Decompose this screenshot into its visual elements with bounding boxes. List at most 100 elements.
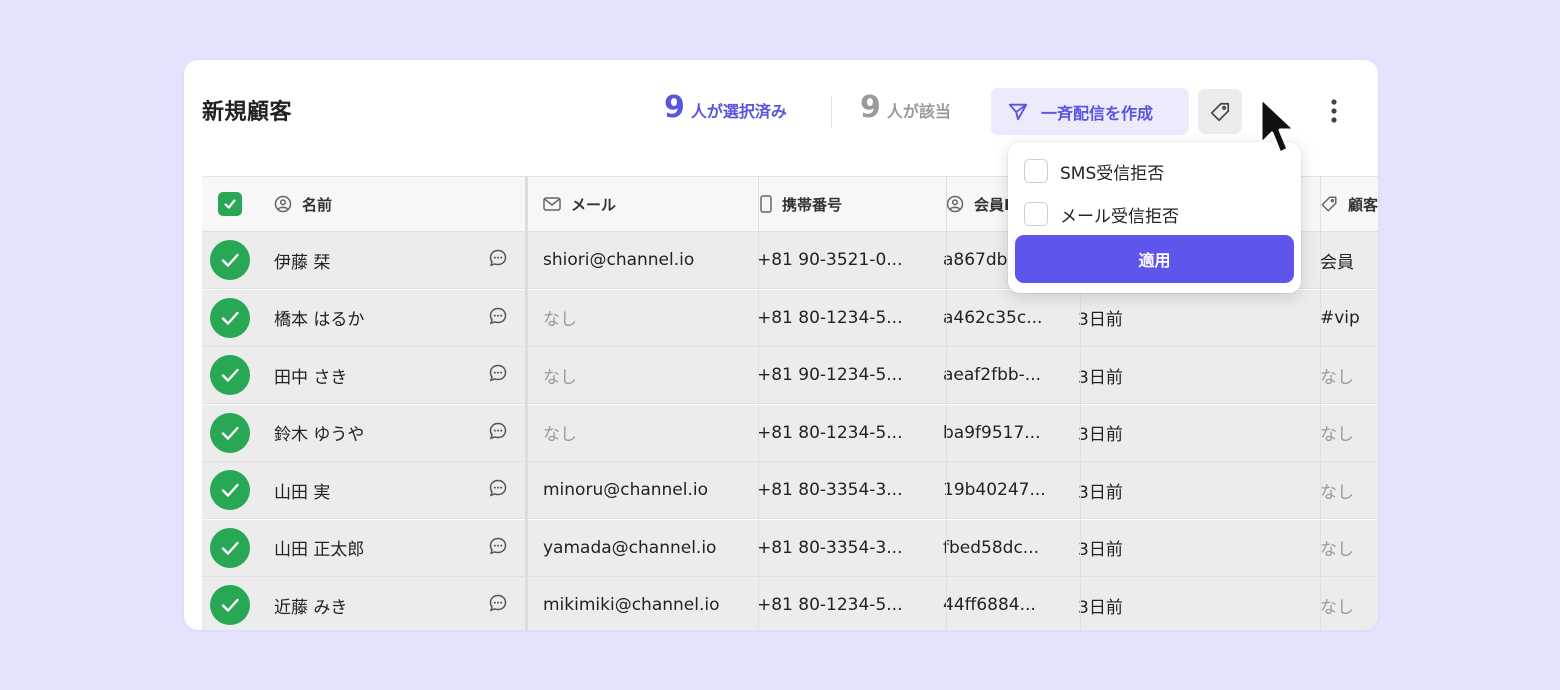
customer-phone: +81 80-3354-3... [757,537,903,558]
customer-tag: なし [1320,597,1354,618]
check-icon [221,253,239,267]
customer-last-seen: 3日前 [1078,367,1123,388]
column-divider [525,176,528,630]
customer-name[interactable]: 鈴木 ゆうや [274,405,364,461]
customer-last-seen: 3日前 [1078,597,1123,618]
check-icon [221,426,239,440]
column-divider [1320,176,1321,630]
column-header-email[interactable]: メール [543,177,616,231]
table-row[interactable]: 鈴木 ゆうや なし +81 80-1234-5... ba9f9517... 3日前 なし [202,404,1378,462]
row-checkbox[interactable] [210,232,250,288]
selected-count-stat: 9 人が選択済み [664,90,787,125]
column-header-customer-tag[interactable]: 顧客 [1320,177,1378,231]
customer-phone: +81 80-1234-5... [757,307,903,328]
customer-name[interactable]: 田中 さき [274,347,347,403]
customer-email: なし [543,310,577,330]
customer-last-seen: 3日前 [1078,310,1123,330]
email-optout-checkbox[interactable] [1024,202,1048,226]
create-broadcast-button[interactable]: 一斉配信を作成 [991,88,1189,135]
column-header-phone[interactable]: 携帯番号 [760,177,842,231]
table-row[interactable]: 山田 正太郎 yamada@channel.io +81 80-3354-3... f… [202,519,1378,577]
row-checkbox[interactable] [210,347,250,403]
sms-optout-checkbox[interactable] [1024,159,1048,183]
mail-icon [543,197,561,211]
customer-last-seen: 3日前 [1078,482,1123,503]
row-checkbox[interactable] [210,405,250,461]
apply-button[interactable]: 適用 [1015,235,1294,283]
select-all-checkbox[interactable] [218,177,242,231]
customer-name[interactable]: 山田 実 [274,462,330,518]
customer-email: yamada@channel.io [543,537,717,558]
column-header-member-id[interactable]: 会員I [946,177,1010,231]
customer-email: mikimiki@channel.io [543,595,720,615]
column-header-customer-tag-label: 顧客 [1348,195,1378,214]
column-divider [946,176,947,630]
sms-optout-option[interactable]: SMS受信拒否 [1024,156,1164,186]
more-vertical-icon [1331,99,1337,123]
customer-member-id: ba9f9517... [943,422,1041,443]
customer-email: minoru@channel.io [543,480,709,500]
user-circle-icon [274,195,292,213]
row-checkbox[interactable] [210,290,250,346]
chat-bubble-icon[interactable] [488,478,508,502]
table-row[interactable]: 近藤 みき mikimiki@channel.io +81 80-1234-5...… [202,577,1378,630]
column-header-name[interactable]: 名前 [274,177,332,231]
column-header-member-id-label: 会員I [974,195,1010,214]
customer-email: shiori@channel.io [543,250,695,270]
row-checkbox[interactable] [210,520,250,576]
column-header-email-label: メール [571,195,617,214]
column-header-phone-label: 携帯番号 [782,195,843,214]
check-icon [221,483,239,497]
table-row[interactable]: 山田 実 minoru@channel.io +81 80-3354-3... 19b… [202,462,1378,519]
customer-name[interactable]: 伊藤 栞 [274,232,330,288]
create-broadcast-label: 一斉配信を作成 [1041,103,1154,123]
customer-phone: +81 90-3521-0... [757,250,903,270]
customer-member-id: 44ff6884... [943,595,1036,615]
tag-icon [1321,196,1337,212]
email-optout-label: メール受信拒否 [1060,206,1179,227]
customer-member-id: aeaf2fbb-... [943,365,1042,385]
mobile-phone-icon [760,195,772,213]
matched-count-stat: 9 人が該当 [860,90,951,125]
customer-phone: +81 80-1234-5... [757,422,903,443]
sms-optout-label: SMS受信拒否 [1060,163,1165,184]
customer-name[interactable]: 橋本 はるか [274,290,364,346]
email-optout-option[interactable]: メール受信拒否 [1024,199,1179,229]
send-icon [1008,103,1028,120]
check-icon [221,541,239,555]
mouse-pointer-icon [1259,96,1297,155]
customer-tag: なし [1320,540,1354,560]
chat-bubble-icon[interactable] [488,363,508,387]
customer-tag: 会員 [1320,252,1354,273]
selected-label: 人が選択済み [690,102,787,121]
matched-label: 人が該当 [886,102,951,121]
check-icon [221,368,239,382]
customer-phone: +81 80-1234-5... [757,595,903,615]
customer-member-id: 19b40247... [943,480,1046,500]
customer-tag: なし [1320,425,1354,445]
customer-last-seen: 3日前 [1078,425,1123,445]
row-checkbox[interactable] [210,577,250,630]
tag-button[interactable] [1198,89,1242,134]
chat-bubble-icon[interactable] [488,536,508,560]
check-icon [224,199,236,209]
customer-last-seen: 3日前 [1078,540,1123,560]
matched-count: 9 [860,90,881,125]
table-row[interactable]: 田中 さき なし +81 90-1234-5... aeaf2fbb-... 3日前 なし [202,347,1378,404]
chat-bubble-icon[interactable] [488,306,508,330]
customer-phone: +81 80-3354-3... [757,480,903,500]
check-icon [221,598,239,612]
chat-bubble-icon[interactable] [488,248,508,272]
customer-email: なし [543,425,577,445]
customer-name[interactable]: 近藤 みき [274,577,347,630]
chat-bubble-icon[interactable] [488,593,508,617]
more-options-button[interactable] [1322,94,1346,128]
customer-member-id: fbed58dc... [943,537,1040,558]
row-checkbox[interactable] [210,462,250,518]
tag-dropdown-menu: SMS受信拒否 メール受信拒否 適用 [1008,142,1301,293]
table-row[interactable]: 橋本 はるか なし +81 80-1234-5... a462c35c... 3日前 #v… [202,289,1378,347]
customer-email: なし [543,367,577,388]
chat-bubble-icon[interactable] [488,421,508,445]
customer-tag: なし [1320,482,1354,503]
customer-name[interactable]: 山田 正太郎 [274,520,364,576]
